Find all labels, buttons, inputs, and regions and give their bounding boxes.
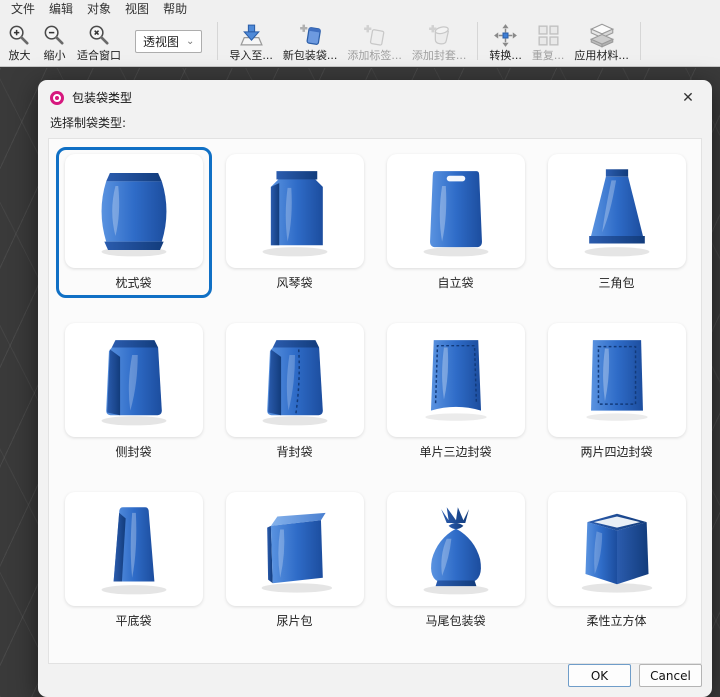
add-label-button[interactable]: 添加标签...: [342, 18, 407, 64]
bag-type-tile-flat-bottom-bag[interactable]: 平底袋: [56, 485, 212, 636]
back-seal-bag-image: [226, 323, 364, 437]
ok-button[interactable]: OK: [568, 664, 631, 687]
bag-type-label: 侧封袋: [115, 445, 151, 459]
bag-type-label: 两片四边封袋: [580, 445, 652, 459]
diaper-pack-image: [226, 492, 364, 606]
tool-button-label: 新包装袋...: [283, 49, 338, 63]
menu-item-file[interactable]: 文件: [4, 0, 42, 18]
toolbar-separator: [640, 22, 641, 60]
zoom-in-icon: [7, 21, 32, 49]
tool-button-label: 添加标签...: [347, 49, 402, 63]
bag-type-label: 三角包: [598, 276, 634, 290]
zoom-out-button[interactable]: 缩小: [37, 18, 72, 64]
four-side-seal-image: [548, 323, 686, 437]
tool-button-label: 适合窗口: [77, 49, 121, 63]
bag-type-tile-three-side-seal[interactable]: 单片三边封袋: [378, 316, 534, 467]
repeat-button[interactable]: 重复...: [527, 18, 570, 64]
repeat-icon: [535, 21, 562, 49]
dialog-footer: OK Cancel: [38, 664, 712, 697]
tool-button-label: 导入至...: [229, 49, 273, 63]
apply-material-button[interactable]: 应用材料...: [569, 18, 634, 64]
bag-type-tile-diaper-pack[interactable]: 尿片包: [217, 485, 373, 636]
close-icon[interactable]: ✕: [676, 90, 700, 106]
menu-bar: 文件编辑对象视图帮助: [0, 0, 720, 17]
prompt-label: 选择制袋类型:: [38, 109, 712, 138]
twist-tie-bag-image: [387, 492, 525, 606]
view-mode-value: 透视图: [143, 33, 179, 50]
triangle-bag-image: [548, 154, 686, 268]
bag-type-tile-side-seal-bag[interactable]: 侧封袋: [56, 316, 212, 467]
bag-type-label: 平底袋: [115, 614, 151, 628]
tool-button-label: 缩小: [44, 49, 66, 63]
bag-type-label: 自立袋: [437, 276, 473, 290]
tool-button-label: 添加封套...: [412, 49, 467, 63]
dialog-title: 包装袋类型: [72, 89, 132, 106]
bag-type-tile-flexible-cube[interactable]: 柔性立方体: [539, 485, 695, 636]
add-label-icon: [361, 21, 388, 49]
chevron-down-icon: ⌄: [186, 36, 194, 47]
zoom-in-button[interactable]: 放大: [2, 18, 37, 64]
zoom-fit-icon: [87, 21, 112, 49]
bag-type-label: 背封袋: [276, 445, 312, 459]
menu-item-edit[interactable]: 编辑: [42, 0, 80, 18]
new-bag-icon: [297, 21, 324, 49]
bag-type-grid: 枕式袋 风琴袋 自立袋 三角包侧封袋 背封袋 单片三边封袋 两片四边封袋平底袋 尿片包 马尾包装…: [49, 139, 701, 644]
bag-type-tile-four-side-seal[interactable]: 两片四边封袋: [539, 316, 695, 467]
three-side-seal-image: [387, 323, 525, 437]
toolbar: 放大缩小适合窗口 透视图 ⌄ 导入至... 新包装袋... 添加标签... 添加封套... 转…: [0, 17, 720, 67]
tool-button-label: 转换...: [489, 49, 522, 63]
bag-type-label: 尿片包: [276, 614, 312, 628]
cancel-button[interactable]: Cancel: [639, 664, 702, 687]
bag-type-label: 马尾包装袋: [425, 614, 485, 628]
add-sleeve-icon: [426, 21, 453, 49]
standup-pouch-image: [387, 154, 525, 268]
apply-material-icon: [588, 21, 616, 49]
add-sleeve-button[interactable]: 添加封套...: [407, 18, 472, 64]
flexible-cube-image: [548, 492, 686, 606]
transform-button[interactable]: 转换...: [484, 18, 527, 64]
transform-icon: [492, 21, 519, 49]
zoom-fit-button[interactable]: 适合窗口: [72, 18, 126, 64]
bag-type-label: 单片三边封袋: [419, 445, 491, 459]
new-bag-button[interactable]: 新包装袋...: [278, 18, 343, 64]
menu-item-view[interactable]: 视图: [118, 0, 156, 18]
view-mode-select[interactable]: 透视图 ⌄: [135, 30, 202, 53]
bag-type-label: 枕式袋: [115, 276, 151, 290]
accordion-bag-image: [226, 154, 364, 268]
tool-button-label: 放大: [9, 49, 31, 63]
bag-type-tile-standup-pouch[interactable]: 自立袋: [378, 147, 534, 298]
toolbar-separator: [217, 22, 218, 60]
bag-type-tile-back-seal-bag[interactable]: 背封袋: [217, 316, 373, 467]
bag-type-tile-pillow-bag[interactable]: 枕式袋: [56, 147, 212, 298]
bag-type-label: 柔性立方体: [586, 614, 646, 628]
bag-type-label: 风琴袋: [276, 276, 312, 290]
side-seal-bag-image: [65, 323, 203, 437]
bag-type-tile-accordion-bag[interactable]: 风琴袋: [217, 147, 373, 298]
tool-button-label: 应用材料...: [574, 49, 629, 63]
zoom-out-icon: [42, 21, 67, 49]
pillow-bag-image: [65, 154, 203, 268]
dialog-header: 包装袋类型 ✕: [38, 80, 712, 109]
menu-item-object[interactable]: 对象: [80, 0, 118, 18]
import-button[interactable]: 导入至...: [224, 18, 278, 64]
flat-bottom-bag-image: [65, 492, 203, 606]
toolbar-separator: [477, 22, 478, 60]
app-dialog-icon: [50, 91, 64, 105]
import-icon: [238, 21, 265, 49]
bag-type-tile-triangle-bag[interactable]: 三角包: [539, 147, 695, 298]
bag-type-dialog: 包装袋类型 ✕ 选择制袋类型: 枕式袋 风琴袋 自立袋 三角包侧封袋 背封袋 单片三边封袋…: [38, 80, 712, 697]
bag-type-panel: 枕式袋 风琴袋 自立袋 三角包侧封袋 背封袋 单片三边封袋 两片四边封袋平底袋 尿片包 马尾包装…: [48, 138, 702, 664]
menu-item-help[interactable]: 帮助: [156, 0, 194, 18]
bag-type-tile-twist-tie-bag[interactable]: 马尾包装袋: [378, 485, 534, 636]
tool-button-label: 重复...: [532, 49, 565, 63]
